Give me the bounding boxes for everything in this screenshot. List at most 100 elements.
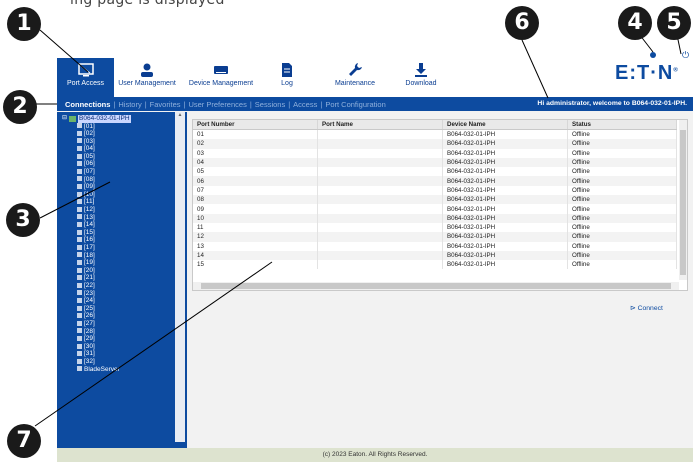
tree-port-item[interactable]: [23] [62,290,174,298]
table-cell: B064-032-01-IPH [442,260,568,270]
table-cell: Offline [567,148,677,158]
tree-port-item[interactable]: [06] [62,160,174,168]
tree-port-item[interactable]: [22] [62,282,174,290]
table-row[interactable]: 03 B064-032-01-IPH Offline [193,148,677,158]
tree-port-item[interactable]: [30] [62,343,174,351]
nav-port-access[interactable]: Port Access [57,58,114,97]
tree-port-item[interactable]: [29] [62,335,174,343]
table-horizontal-scrollbar[interactable] [193,282,679,290]
col-port-name[interactable]: Port Name [317,120,443,130]
tree-port-item[interactable]: [11] [62,198,174,206]
subnav-history[interactable]: History [118,100,141,109]
welcome-message: Hi administrator, welcome to B064-032-01… [537,100,687,107]
table-cell [317,148,443,158]
tree-port-item[interactable]: [16] [62,236,174,244]
tree-port-item[interactable]: [12] [62,206,174,214]
subnav-sessions[interactable]: Sessions [255,100,285,109]
tree-port-item[interactable]: [28] [62,328,174,336]
subnav-connections[interactable]: Connections [65,100,110,109]
tree-port-item[interactable]: [07] [62,168,174,176]
tree-port-item[interactable]: [32] [62,358,174,366]
port-icon [77,305,82,311]
tree-port-item[interactable]: [08] [62,176,174,184]
table-row[interactable]: 12 B064-032-01-IPH Offline [193,232,677,242]
scroll-thumb[interactable] [201,283,671,289]
tree-port-item[interactable]: [20] [62,267,174,275]
nav-maintenance[interactable]: Maintenance [325,58,385,97]
tree-port-item[interactable]: [14] [62,221,174,229]
tree-port-item[interactable]: [15] [62,229,174,237]
tree-port-item[interactable]: [24] [62,297,174,305]
table-row[interactable]: 01 B064-032-01-IPH Offline [193,129,677,140]
port-icon [77,199,82,205]
tree-blade-server[interactable]: BladeServer [62,366,174,374]
tree-port-item[interactable]: [13] [62,214,174,222]
table-row[interactable]: 04 B064-032-01-IPH Offline [193,157,677,168]
tree-port-item[interactable]: [21] [62,274,174,282]
port-icon [77,153,82,159]
table-cell: B064-032-01-IPH [442,241,568,251]
port-icon [77,290,82,296]
table-row[interactable]: 05 B064-032-01-IPH Offline [193,167,677,177]
subnav-access[interactable]: Access [293,100,317,109]
table-row[interactable]: 09 B064-032-01-IPH Offline [193,204,677,214]
logout-icon[interactable]: ⏻ [682,50,689,61]
nav-device-management[interactable]: Device Management [185,58,257,97]
callout-5: 5 [657,6,691,40]
tree-port-item[interactable]: [01] [62,123,174,131]
table-cell: 13 [193,241,318,251]
subnav-port-configuration[interactable]: Port Configuration [325,100,385,109]
port-icon [77,252,82,258]
help-icon[interactable] [650,52,656,58]
tree-port-item[interactable]: [18] [62,252,174,260]
table-row[interactable]: 08 B064-032-01-IPH Offline [193,195,677,205]
table-row[interactable]: 06 B064-032-01-IPH Offline [193,176,677,186]
sidebar-scrollbar[interactable]: ▲ [175,112,185,442]
tree-port-item[interactable]: [17] [62,244,174,252]
table-row[interactable]: 02 B064-032-01-IPH Offline [193,139,677,149]
top-bar: Port Access User Management Device Manag… [57,22,693,97]
table-row[interactable]: 15 B064-032-01-IPH Offline [193,260,677,270]
subnav-user-preferences[interactable]: User Preferences [188,100,246,109]
tree-port-item[interactable]: [19] [62,259,174,267]
table-row[interactable]: 10 B064-032-01-IPH Offline [193,213,677,223]
port-table-panel: Port Number Port Name Device Name Status… [192,119,688,291]
nav-download[interactable]: Download [397,58,445,97]
port-icon [77,275,82,281]
table-cell: B064-032-01-IPH [442,222,568,233]
col-status[interactable]: Status [567,120,677,130]
table-row[interactable]: 13 B064-032-01-IPH Offline [193,241,677,251]
table-cell: B064-032-01-IPH [442,195,568,205]
nav-user-management[interactable]: User Management [115,58,179,97]
tree-port-item[interactable]: [27] [62,320,174,328]
caption-fragment: ing page is displayed [70,0,225,8]
collapse-icon[interactable]: ⊟ [62,115,69,123]
subnav-favorites[interactable]: Favorites [150,100,181,109]
table-row[interactable]: 07 B064-032-01-IPH Offline [193,185,677,196]
callout-7: 7 [7,424,41,458]
table-cell: 03 [193,148,318,158]
tree-port-item[interactable]: [26] [62,312,174,320]
scroll-thumb[interactable] [680,130,686,275]
table-cell: 02 [193,139,318,149]
table-cell: Offline [567,241,677,251]
tree-port-item[interactable]: [04] [62,145,174,153]
tree-port-item[interactable]: [31] [62,350,174,358]
tree-port-item[interactable]: [25] [62,305,174,313]
connect-button[interactable]: ⊳ Connect [630,304,663,312]
table-row[interactable]: 14 B064-032-01-IPH Offline [193,250,677,261]
table-row[interactable]: 11 B064-032-01-IPH Offline [193,222,677,233]
table-vertical-scrollbar[interactable] [679,120,687,280]
nav-log[interactable]: Log [267,58,307,97]
col-port-number[interactable]: Port Number [193,120,318,130]
tree-port-item[interactable]: [03] [62,138,174,146]
tree-port-item[interactable]: [05] [62,153,174,161]
wrench-icon [349,63,362,76]
subnav-bar: Connections | History | Favorites | User Prefe… [57,97,693,111]
tree-port-item[interactable]: [10] [62,191,174,199]
tree-root[interactable]: ⊟ B064-032-01-IPH [62,115,174,123]
col-device-name[interactable]: Device Name [442,120,568,130]
scroll-up-icon[interactable]: ▲ [175,112,185,118]
tree-port-item[interactable]: [02] [62,130,174,138]
tree-port-item[interactable]: [09] [62,183,174,191]
